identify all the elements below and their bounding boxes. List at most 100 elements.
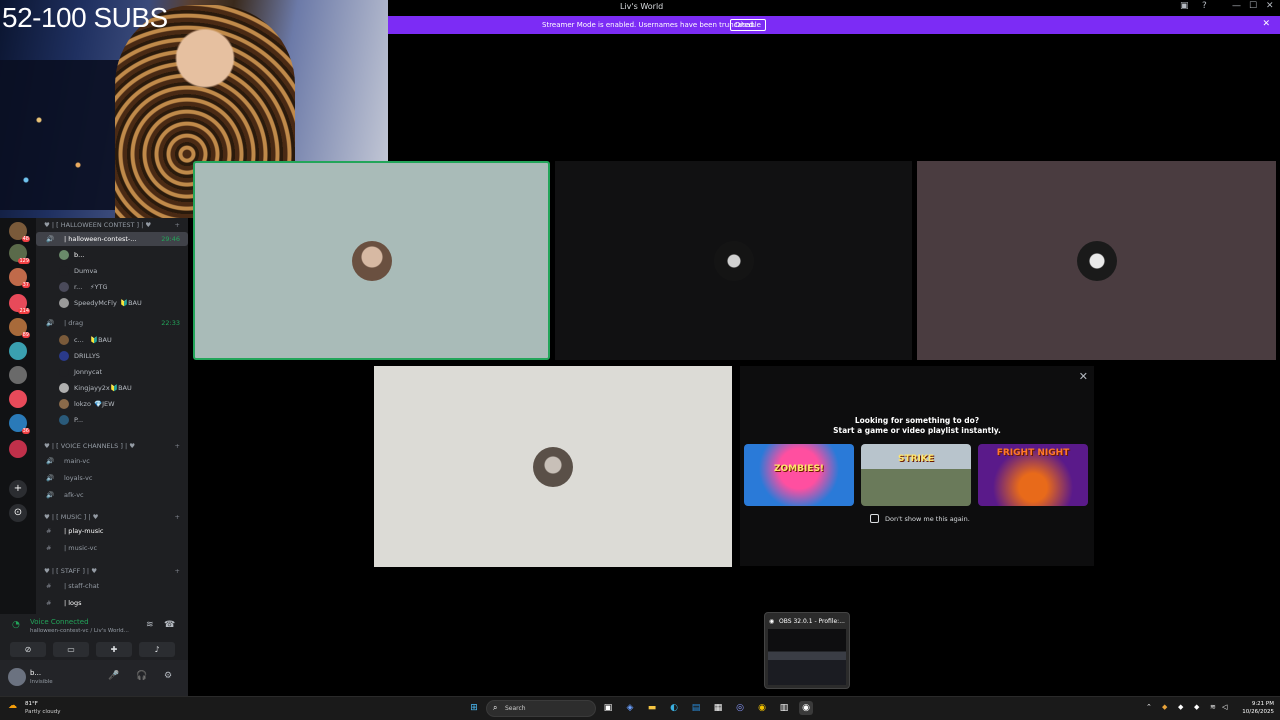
camera-button[interactable]: ⊘ [10,642,46,657]
screen-share-button[interactable]: ▭ [53,642,89,657]
participant-tile[interactable] [917,161,1276,360]
close-icon[interactable]: ✕ [1079,370,1088,383]
voice-user[interactable]: b... [36,248,188,262]
clock-time[interactable]: 9:21 PM [1238,701,1274,707]
copilot-icon[interactable]: ◈ [623,701,637,715]
server-icon[interactable] [9,366,27,384]
voice-user[interactable]: Dumva [36,264,188,278]
voice-channel-music[interactable]: # | music-vc [36,541,188,555]
game-card[interactable]: STRIKE [861,444,971,506]
server-icon[interactable]: 214 [9,294,30,314]
add-server-icon[interactable]: + [9,480,27,498]
chevron-up-icon[interactable]: ⌃ [1146,703,1152,711]
category-halloween[interactable]: ♥ | [ HALLOWEEN CONTEST ] | ♥ + [36,218,188,232]
city-window-view [0,60,130,210]
store-icon[interactable]: ▤ [689,701,703,715]
tray-app-icon[interactable]: ◆ [1178,703,1183,711]
checkbox-label: Don't show me this again. [885,515,970,523]
weather-desc[interactable]: Partly cloudy [25,709,61,715]
disconnect-icon[interactable]: ☎ [164,620,175,630]
edge-icon[interactable]: ◐ [667,701,681,715]
weather-temp[interactable]: 81°F [25,701,38,707]
task-view-icon[interactable]: ▣ [601,701,615,715]
avatar[interactable] [8,668,26,686]
avatar [533,446,573,487]
voice-user[interactable]: lokzo 💎JEW [36,397,188,411]
voice-user[interactable]: Kingjayy2x 🔰BAU [36,381,188,395]
server-icon[interactable]: 36 [9,414,30,434]
unread-badge: 36 [21,428,30,434]
weather-icon[interactable]: ☁ [8,701,17,711]
voice-user[interactable]: P... [36,413,188,427]
voice-user[interactable]: r... ⚡YTG [36,280,188,294]
wifi-icon[interactable]: ≋ [1210,703,1216,711]
voice-channel-main[interactable]: 🔊 main-vc [36,454,188,468]
tray-app-icon[interactable]: ◆ [1194,703,1199,711]
voice-user[interactable]: DRILLYS [36,349,188,363]
category-label: ♥ | [ VOICE CHANNELS ] | ♥ [44,442,136,450]
text-channel-logs[interactable]: # | logs [36,596,188,610]
app-icon[interactable]: ▥ [777,701,791,715]
add-channel-icon[interactable]: + [175,564,180,578]
channel-label: | staff-chat [64,582,100,590]
voice-user[interactable]: c... 🔰BAU [36,333,188,347]
user-name: SpeedyMcFly [74,299,117,307]
category-music[interactable]: ♥ | [ MUSIC ] | ♥ + [36,510,188,524]
window-title: Liv's World [620,2,664,11]
activities-button[interactable]: ✚ [96,642,132,657]
text-channel-play-music[interactable]: # | play-music [36,524,188,538]
discover-icon[interactable]: ⊙ [9,504,27,522]
close-banner-icon[interactable]: ✕ [1262,19,1270,29]
taskbar-search[interactable]: ⌕ Search [486,700,596,717]
server-icon[interactable]: 37 [9,268,30,288]
voice-channel-afk[interactable]: 🔊 afk-vc [36,488,188,502]
participant-tile[interactable] [374,366,732,567]
volume-icon[interactable]: ◁ [1222,703,1227,711]
tray-app-icon[interactable]: ◆ [1162,703,1167,711]
close-button[interactable]: ✕ [1266,1,1274,11]
microphone-icon[interactable]: 🎤 [108,671,119,681]
speaker-icon: 🔊 [46,491,55,499]
server-icon[interactable] [9,342,27,360]
soundboard-button[interactable]: ♪ [139,642,175,657]
category-voice-channels[interactable]: ♥ | [ VOICE CHANNELS ] | ♥ + [36,439,188,453]
noise-suppression-icon[interactable]: ≋ [146,620,154,630]
disable-streamer-mode-button[interactable]: Disable [730,19,766,31]
text-channel-staff-chat[interactable]: # | staff-chat [36,579,188,593]
clock-date[interactable]: 10/26/2025 [1238,709,1274,715]
add-channel-icon[interactable]: + [175,439,180,453]
start-button[interactable]: ⊞ [467,701,481,715]
server-rail: 48 129 37 214 89 36 + ⊙ [0,218,36,614]
participant-tile-speaking[interactable] [193,161,550,360]
participant-tile[interactable] [555,161,912,360]
server-icon[interactable]: 48 [9,222,30,242]
game-card[interactable]: FRIGHT NIGHT [978,444,1088,506]
voice-channel-halloween[interactable]: 🔊 | halloween-contest-... 29:46 [36,232,188,246]
help-icon[interactable]: ? [1202,1,1207,11]
voice-user[interactable]: Jonnycat [36,365,188,379]
obs-window-preview[interactable]: ◉ OBS 32.0.1 - Profile:... [764,612,850,689]
minimize-button[interactable]: — [1232,1,1241,11]
server-icon[interactable]: 89 [9,318,30,338]
server-icon[interactable]: 129 [9,244,30,264]
file-explorer-icon[interactable]: ▬ [645,701,659,715]
discord-icon[interactable]: ◎ [733,701,747,715]
category-staff[interactable]: ♥ | [ STAFF ] | ♥ + [36,564,188,578]
add-channel-icon[interactable]: + [175,510,180,524]
dont-show-again-checkbox[interactable] [870,514,879,523]
maximize-button[interactable]: ☐ [1249,1,1257,11]
voice-channel-loyals[interactable]: 🔊 loyals-vc [36,471,188,485]
server-icon[interactable] [9,390,27,408]
headphones-icon[interactable]: 🎧 [136,671,147,681]
voice-user[interactable]: SpeedyMcFly 🔰BAU [36,296,188,310]
inbox-icon[interactable]: ▣ [1180,1,1189,11]
obs-icon[interactable]: ◉ [799,701,813,715]
game-card[interactable]: ZOMBIES! [744,444,854,506]
server-icon[interactable] [9,440,27,458]
settings-gear-icon[interactable]: ⚙ [164,671,172,681]
add-channel-icon[interactable]: + [175,218,180,232]
app-icon[interactable]: ▦ [711,701,725,715]
user-tag: ⚡YTG [90,283,108,291]
voice-channel-drag[interactable]: 🔊 | drag 22:33 [36,316,188,330]
chrome-icon[interactable]: ◉ [755,701,769,715]
